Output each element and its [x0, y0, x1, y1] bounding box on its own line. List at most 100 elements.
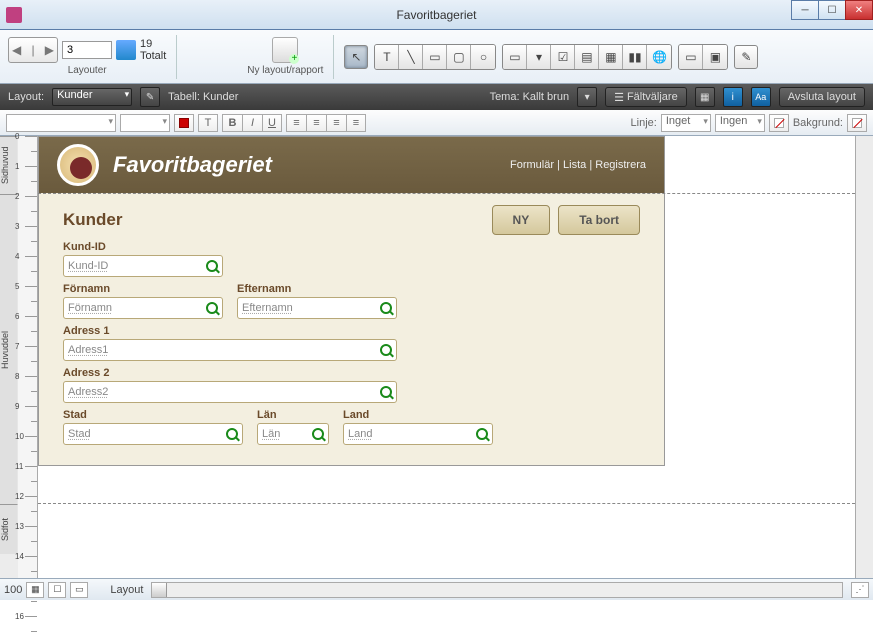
layout-canvas[interactable]: Favoritbageriet Formulär | Lista | Regis… [38, 136, 855, 578]
rect-tool[interactable]: ▭ [423, 45, 447, 69]
adress1-field[interactable]: Adress1 [63, 339, 397, 361]
size-selector[interactable] [120, 114, 170, 132]
field-tool[interactable]: ▭ [503, 45, 527, 69]
edit-layout-icon[interactable]: ✎ [140, 87, 160, 107]
window-titlebar: Favoritbageriet ─ ☐ ✕ [0, 0, 873, 30]
divider [176, 35, 177, 79]
status-bar: 100 ▦ ☐ ▭ Layout ⋰ [0, 578, 873, 600]
font-selector[interactable] [6, 114, 116, 132]
minimize-button[interactable]: ─ [791, 0, 819, 20]
bakgrund-label: Bakgrund: [793, 117, 843, 129]
kundid-label: Kund-ID [63, 241, 223, 253]
new-layout-caption: Ny layout/rapport [247, 65, 323, 76]
lookup-icon[interactable] [380, 302, 392, 314]
chart-tool[interactable]: ▮▮ [623, 45, 647, 69]
stad-field[interactable]: Stad [63, 423, 243, 445]
zoom-level[interactable]: 100 [4, 584, 22, 596]
land-label: Land [343, 409, 493, 421]
bold-button[interactable]: B [222, 114, 242, 132]
view-mode-2[interactable]: ☐ [48, 582, 66, 598]
underline-button[interactable]: U [262, 114, 282, 132]
align-justify-button[interactable]: ≡ [346, 114, 366, 132]
grid-icon[interactable]: ▦ [695, 87, 715, 107]
line-style-selector[interactable]: Ingen [715, 114, 765, 132]
line-tool[interactable]: ╲ [399, 45, 423, 69]
line-color-button[interactable] [769, 114, 789, 132]
horizontal-scrollbar[interactable] [151, 582, 843, 598]
layout-selector[interactable]: Kunder [52, 88, 132, 106]
fornamn-label: Förnamn [63, 283, 223, 295]
italic-button[interactable]: I [242, 114, 262, 132]
kundid-field[interactable]: Kund-ID [63, 255, 223, 277]
prev-record-icon[interactable]: ◀ [12, 43, 21, 57]
layout-options-bar: Layout: Kunder ✎ Tabell: Kunder Tema: Ka… [0, 84, 873, 110]
webviewer-tool[interactable]: 🌐 [647, 45, 671, 69]
align-left-button[interactable]: ≡ [286, 114, 306, 132]
land-field[interactable]: Land [343, 423, 493, 445]
next-record-icon[interactable]: ▶ [45, 43, 54, 57]
view-mode-3[interactable]: ▭ [70, 582, 88, 598]
nav-registrera[interactable]: Registrera [595, 159, 646, 171]
window-title: Favoritbageriet [0, 8, 873, 22]
record-pager[interactable]: ◀|▶ [8, 37, 58, 63]
tab-tool[interactable]: ▤ [575, 45, 599, 69]
format-painter-tool[interactable]: ✎ [734, 45, 758, 69]
table-label: Tabell: [168, 91, 200, 103]
total-label: Totalt [140, 50, 166, 62]
bg-color-button[interactable] [847, 114, 867, 132]
new-layout-icon[interactable] [272, 37, 298, 63]
fill-color-button[interactable] [174, 114, 194, 132]
layout-label: Layout: [8, 91, 44, 103]
resize-grip[interactable]: ⋰ [851, 582, 869, 598]
section-divider[interactable] [38, 503, 855, 504]
efternamn-field[interactable]: Efternamn [237, 297, 397, 319]
aa-icon[interactable]: Aa [751, 87, 771, 107]
info-icon[interactable]: i [723, 87, 743, 107]
form-layout: Favoritbageriet Formulär | Lista | Regis… [38, 136, 665, 466]
app-icon [6, 7, 22, 23]
text-tool[interactable]: T [375, 45, 399, 69]
theme-options-icon[interactable]: ▾ [577, 87, 597, 107]
adress1-label: Adress 1 [63, 325, 397, 337]
maximize-button[interactable]: ☐ [818, 0, 846, 20]
nav-lista[interactable]: Lista [563, 159, 586, 171]
align-center-button[interactable]: ≡ [306, 114, 326, 132]
button-tool[interactable]: ▭ [679, 45, 703, 69]
fornamn-field[interactable]: Förnamn [63, 297, 223, 319]
section-divider[interactable] [38, 193, 855, 194]
form-header: Favoritbageriet Formulär | Lista | Regis… [39, 137, 664, 193]
tema-label: Tema: [490, 91, 520, 103]
layouts-icon[interactable] [116, 40, 136, 60]
lookup-icon[interactable] [380, 344, 392, 356]
nav-formular[interactable]: Formulär [510, 159, 554, 171]
lan-label: Län [257, 409, 329, 421]
combo-tool[interactable]: ▾ [527, 45, 551, 69]
lookup-icon[interactable] [206, 260, 218, 272]
tema-value: Kallt brun [523, 91, 569, 103]
delete-button[interactable]: Ta bort [558, 205, 640, 235]
vertical-scrollbar[interactable] [855, 136, 873, 578]
lookup-icon[interactable] [380, 386, 392, 398]
lookup-icon[interactable] [226, 428, 238, 440]
lookup-icon[interactable] [206, 302, 218, 314]
pointer-tool[interactable]: ↖ [344, 45, 368, 69]
current-record-input[interactable] [62, 41, 112, 59]
exit-layout-button[interactable]: Avsluta layout [779, 87, 865, 107]
text-color-button[interactable]: T [198, 114, 218, 132]
popover-tool[interactable]: ▣ [703, 45, 727, 69]
portal-tool[interactable]: ▦ [599, 45, 623, 69]
roundrect-tool[interactable]: ▢ [447, 45, 471, 69]
close-button[interactable]: ✕ [845, 0, 873, 20]
adress2-field[interactable]: Adress2 [63, 381, 397, 403]
lookup-icon[interactable] [476, 428, 488, 440]
lan-field[interactable]: Län [257, 423, 329, 445]
checkbox-tool[interactable]: ☑ [551, 45, 575, 69]
align-right-button[interactable]: ≡ [326, 114, 346, 132]
field-picker-button[interactable]: ☰Fältväljare [605, 87, 687, 107]
view-mode-1[interactable]: ▦ [26, 582, 44, 598]
oval-tool[interactable]: ○ [471, 45, 495, 69]
lookup-icon[interactable] [312, 428, 324, 440]
new-button[interactable]: NY [492, 205, 551, 235]
section-heading: Kunder [63, 210, 484, 230]
line-width-selector[interactable]: Inget [661, 114, 711, 132]
